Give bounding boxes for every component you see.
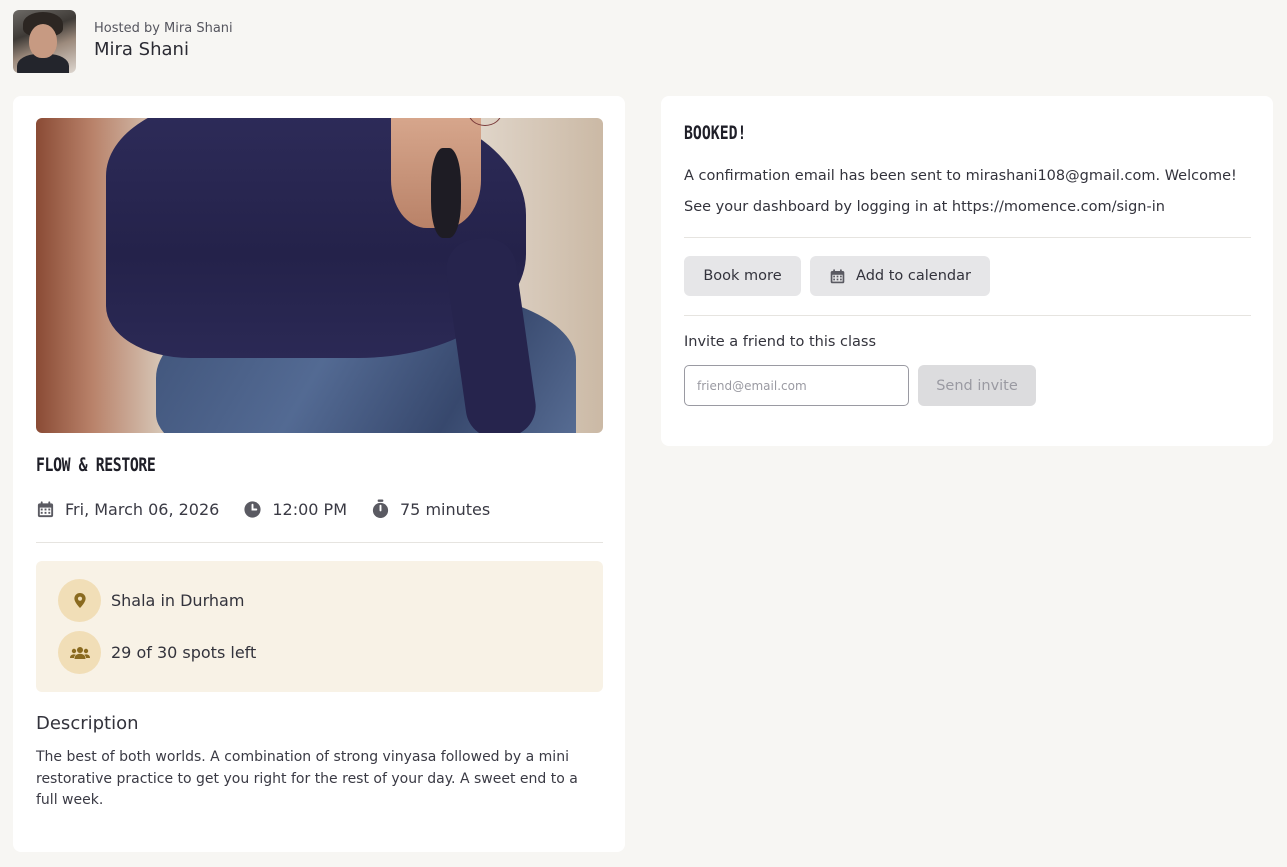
add-to-calendar-button[interactable]: Add to calendar [810,256,990,296]
class-hero-image [36,118,603,433]
send-invite-button[interactable]: Send invite [918,365,1036,406]
booked-title: Booked! [684,122,747,144]
description-title: Description [36,713,139,734]
users-icon [69,646,90,659]
class-time: 12:00 PM [243,500,347,519]
description-text: The best of both worlds. A combination o… [36,749,578,808]
host-header: Hosted by Mira Shani Mira Shani [13,10,233,73]
class-date-text: Fri, March 06, 2026 [65,499,220,519]
spots-row: 29 of 30 spots left [58,631,256,674]
host-info: Hosted by Mira Shani Mira Shani [94,21,233,62]
class-duration: 75 minutes [371,499,490,519]
divider [684,237,1251,238]
location-text: Shala in Durham [111,591,245,610]
host-name: Mira Shani [94,39,189,60]
calendar-icon [37,500,54,517]
divider [684,315,1251,316]
location-icon-circle [58,579,101,622]
clock-icon [244,500,261,518]
class-info-box: Shala in Durham 29 of 30 spots left [36,561,603,692]
spots-text: 29 of 30 spots left [111,643,257,662]
booking-confirmation-card: Booked! A confirmation email has been se… [661,96,1273,446]
divider [36,542,603,543]
confirmation-text: A confirmation email has been sent to mi… [684,168,1237,184]
invite-label: Invite a friend to this class [684,334,877,350]
location-row: Shala in Durham [58,579,244,622]
class-meta: Fri, March 06, 2026 12:00 PM 75 minutes [36,499,514,519]
dashboard-text: See your dashboard by logging in at http… [684,199,1165,215]
friend-email-input[interactable] [684,365,909,406]
add-to-calendar-label: Add to calendar [856,268,971,284]
map-pin-icon [73,593,86,608]
class-duration-text: 75 minutes [400,499,491,519]
stopwatch-icon [372,499,389,519]
calendar-icon [830,268,845,283]
host-avatar [13,10,76,73]
class-time-text: 12:00 PM [272,499,347,519]
class-date: Fri, March 06, 2026 [36,500,219,519]
class-details-card: Flow & Restore Fri, March 06, 2026 12:00… [13,96,625,852]
hosted-by-label: Hosted by Mira Shani [94,21,233,36]
class-title: Flow & Restore [36,454,156,476]
book-more-button[interactable]: Book more [684,256,801,296]
spots-icon-circle [58,631,101,674]
